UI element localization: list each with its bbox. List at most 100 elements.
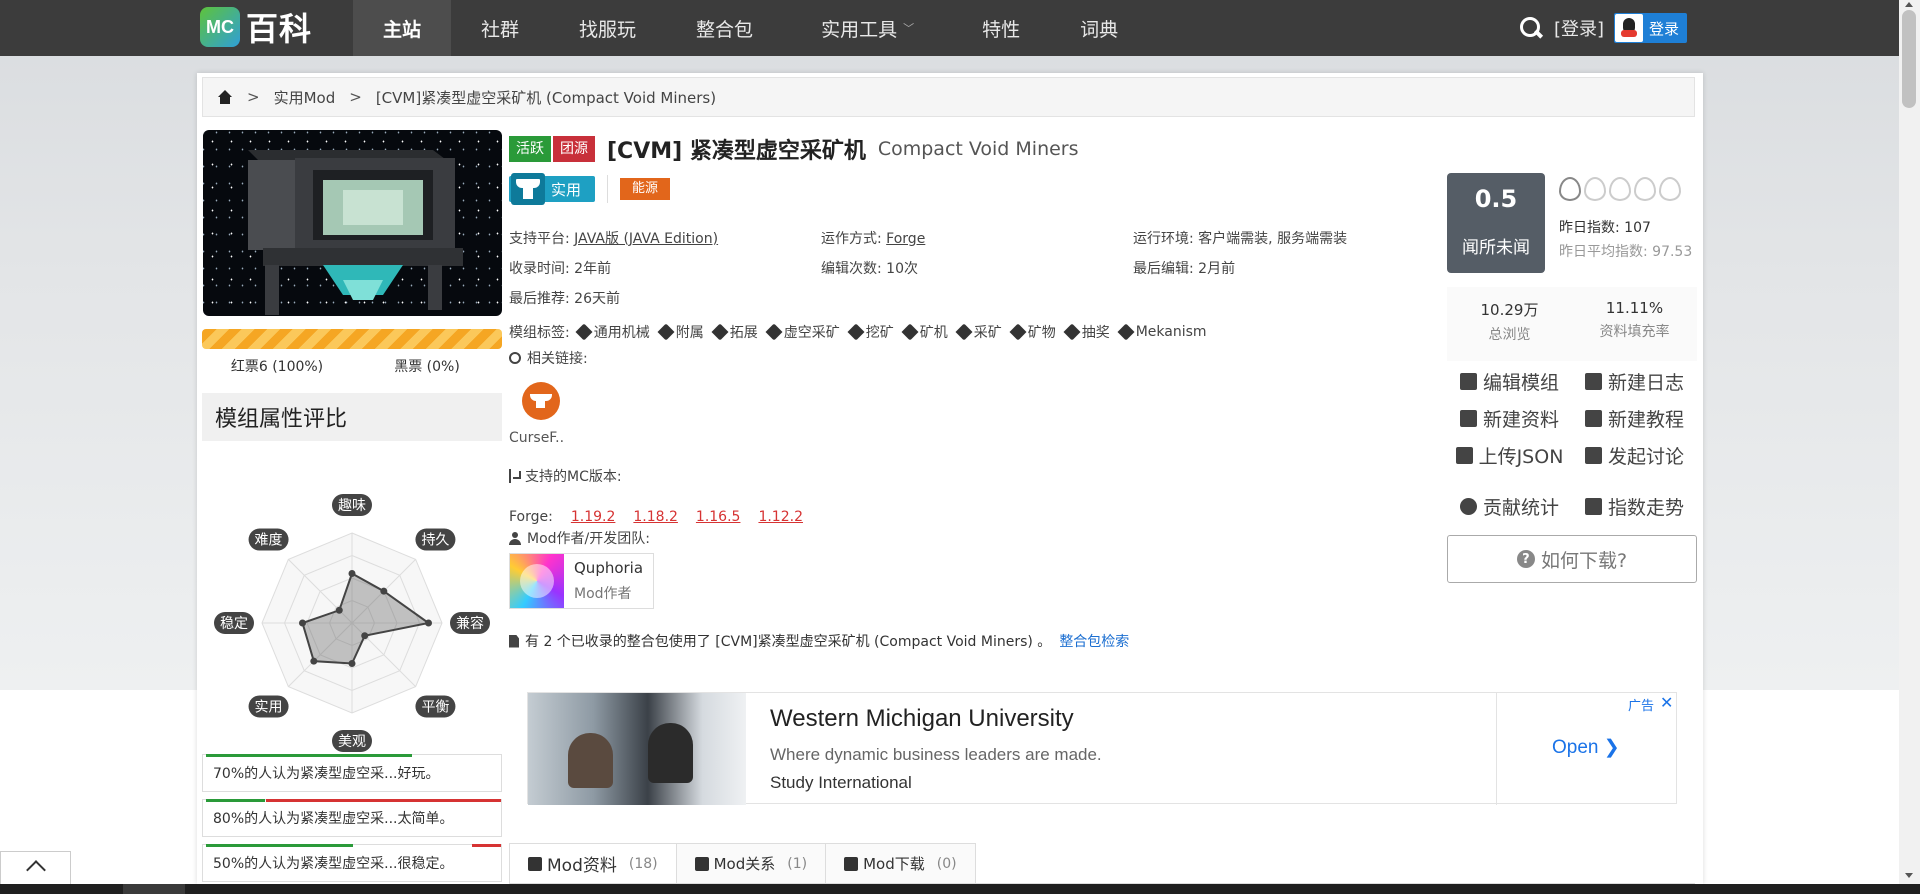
page: MC 百科 主站 社群 找服玩 整合包 实用工具 ﹀ 特性 词典 [登录] 登录 … [0, 0, 1899, 884]
scrollbar-thumb[interactable] [1902, 10, 1916, 108]
loader-link[interactable]: Forge [886, 231, 925, 247]
action-row: 上传JSON 发起讨论 [1447, 437, 1697, 474]
mod-title: [CVM] 紧凑型虚空采矿机 [607, 139, 866, 164]
nav-item-servers[interactable]: 找服玩 [549, 0, 666, 56]
black-votes[interactable]: 黑票 (0%) [352, 356, 502, 376]
new-log-button[interactable]: 新建日志 [1572, 368, 1697, 395]
attribute-stat-item[interactable]: 70%的人认为紧凑型虚空采...好玩。 [202, 754, 502, 792]
close-icon[interactable]: ✕ [1660, 693, 1673, 712]
search-icon[interactable] [1518, 15, 1544, 41]
version-link[interactable]: 1.18.2 [633, 509, 678, 525]
attribute-stat-text: 50%的人认为紧凑型虚空采...很稳定。 [213, 856, 454, 872]
authors-heading: Mod作者/开发团队: [509, 528, 650, 548]
login-link[interactable]: [登录] [1554, 15, 1604, 41]
radar-label-text: 实用 [255, 699, 283, 715]
nav-item-tools[interactable]: 实用工具 ﹀ [783, 0, 952, 56]
start-discussion-button[interactable]: 发起讨论 [1572, 442, 1697, 469]
info-loader: 运作方式: Forge [821, 228, 1133, 248]
ad-image [528, 693, 746, 805]
nav-item-label: 词典 [1080, 18, 1119, 41]
anvil-icon [511, 173, 545, 205]
site-logo[interactable]: MC 百科 [200, 6, 312, 48]
mod-tag[interactable]: 附属 [657, 322, 704, 342]
attribute-stat-item[interactable]: 50%的人认为紧凑型虚空采...很稳定。 [202, 844, 502, 882]
tab-count: (0) [936, 855, 957, 872]
category-badge[interactable]: 实用 [509, 173, 595, 205]
tab-mod-relations[interactable]: Mod关系 (1) [675, 843, 827, 883]
upload-json-button[interactable]: 上传JSON [1447, 442, 1572, 469]
index-trend-button[interactable]: 指数走势 [1572, 493, 1697, 520]
mod-tag[interactable]: Mekanism [1117, 323, 1207, 341]
curseforge-link[interactable]: CurseF.. [509, 430, 564, 446]
attributes-heading: 模组属性评比 [202, 393, 502, 441]
home-icon[interactable] [217, 90, 233, 104]
attribute-stat-item[interactable]: 80%的人认为紧凑型虚空采...太简单。 [202, 799, 502, 837]
mod-cover-image [203, 130, 502, 316]
tab-count: (1) [787, 855, 808, 872]
curseforge-icon[interactable] [522, 382, 560, 420]
ad-open-button[interactable]: Open ❯ [1552, 736, 1620, 759]
ad-title[interactable]: Western Michigan University [770, 705, 1074, 733]
mod-tag[interactable]: 拓展 [711, 322, 758, 342]
radar-data-point [310, 657, 318, 665]
edit-mod-button[interactable]: 编辑模组 [1447, 368, 1572, 395]
vote-labels: 红票6 (100%) 黑票 (0%) [202, 356, 502, 376]
scroll-to-top-button[interactable] [0, 851, 71, 884]
how-to-download-button[interactable]: ? 如何下载? [1447, 535, 1697, 583]
radar-data-point [361, 632, 369, 640]
nav-item-features[interactable]: 特性 [952, 0, 1050, 56]
chevron-down-icon: ﹀ [903, 22, 915, 35]
version-list: Forge: 1.19.2 1.18.2 1.16.5 1.12.2 [509, 505, 803, 529]
vertical-scrollbar[interactable] [1899, 0, 1920, 884]
mod-info-grid: 支持平台: JAVA版 (JAVA Edition) 运作方式: Forge 运… [509, 223, 1445, 313]
mod-tag[interactable]: 矿物 [1009, 322, 1056, 342]
subcategory-badge[interactable]: 能源 [620, 178, 671, 200]
mod-tag[interactable]: 通用机械 [575, 322, 650, 342]
radar-axis-label: 持久 [415, 528, 456, 551]
cube-icon [528, 856, 542, 871]
nav-item-community[interactable]: 社群 [451, 0, 549, 56]
radar-data-point [348, 660, 356, 667]
action-row: 贡献统计 指数走势 [1447, 488, 1697, 525]
advertisement[interactable]: Western Michigan University Where dynami… [527, 692, 1677, 805]
new-item-button[interactable]: 新建资料 [1447, 405, 1572, 432]
tab-mod-downloads[interactable]: Mod下载 (0) [825, 843, 976, 883]
modpack-usage: 有 2 个已收录的整合包使用了 [CVM]紧凑型虚空采矿机 (Compact V… [509, 631, 1129, 651]
mod-tag[interactable]: 矿机 [901, 322, 948, 342]
breadcrumb-separator: > [247, 88, 260, 106]
tab-mod-info[interactable]: Mod资料 (18) [509, 843, 677, 883]
tag-icon [847, 323, 865, 341]
info-last-edit: 最后编辑: 2月前 [1133, 258, 1445, 278]
mod-tag-label: 虚空采矿 [783, 325, 840, 341]
tab-count: (18) [628, 855, 658, 872]
flame-icon [1609, 177, 1631, 201]
os-taskbar [0, 884, 1920, 894]
modpack-search-link[interactable]: 整合包检索 [1059, 631, 1129, 651]
nav-item-modpacks[interactable]: 整合包 [666, 0, 783, 56]
breadcrumb-category[interactable]: 实用Mod [274, 87, 336, 108]
mod-tag-label: 附属 [675, 325, 704, 341]
info-row: 支持平台: JAVA版 (JAVA Edition) 运作方式: Forge 运… [509, 223, 1445, 253]
author-card[interactable]: Quphoria Mod作者 [509, 553, 654, 609]
platform-link[interactable]: JAVA版 (JAVA Edition) [574, 231, 718, 247]
mod-tag[interactable]: 挖矿 [847, 322, 894, 342]
version-link[interactable]: 1.16.5 [696, 509, 741, 525]
taskbar-item[interactable] [123, 884, 185, 894]
radar-label-text: 趣味 [338, 498, 366, 514]
scroll-up-arrow[interactable] [1905, 2, 1913, 7]
contribution-stats-button[interactable]: 贡献统计 [1447, 493, 1572, 520]
mod-tag[interactable]: 抽奖 [1063, 322, 1110, 342]
version-link[interactable]: 1.12.2 [758, 509, 803, 525]
link-icon [506, 349, 524, 367]
nav-item-dictionary[interactable]: 词典 [1050, 0, 1148, 56]
new-tutorial-button[interactable]: 新建教程 [1572, 405, 1697, 432]
scroll-down-arrow[interactable] [1905, 873, 1913, 878]
red-votes[interactable]: 红票6 (100%) [202, 356, 352, 376]
mod-tag[interactable]: 采矿 [955, 322, 1002, 342]
nav-item-main[interactable]: 主站 [353, 0, 452, 56]
info-environment: 运行环境: 客户端需装, 服务端需装 [1133, 228, 1445, 248]
radar-label-text: 难度 [255, 533, 283, 549]
mod-tag[interactable]: 虚空采矿 [765, 322, 840, 342]
version-link[interactable]: 1.19.2 [571, 509, 616, 525]
qq-login-button[interactable]: 登录 [1614, 13, 1688, 43]
